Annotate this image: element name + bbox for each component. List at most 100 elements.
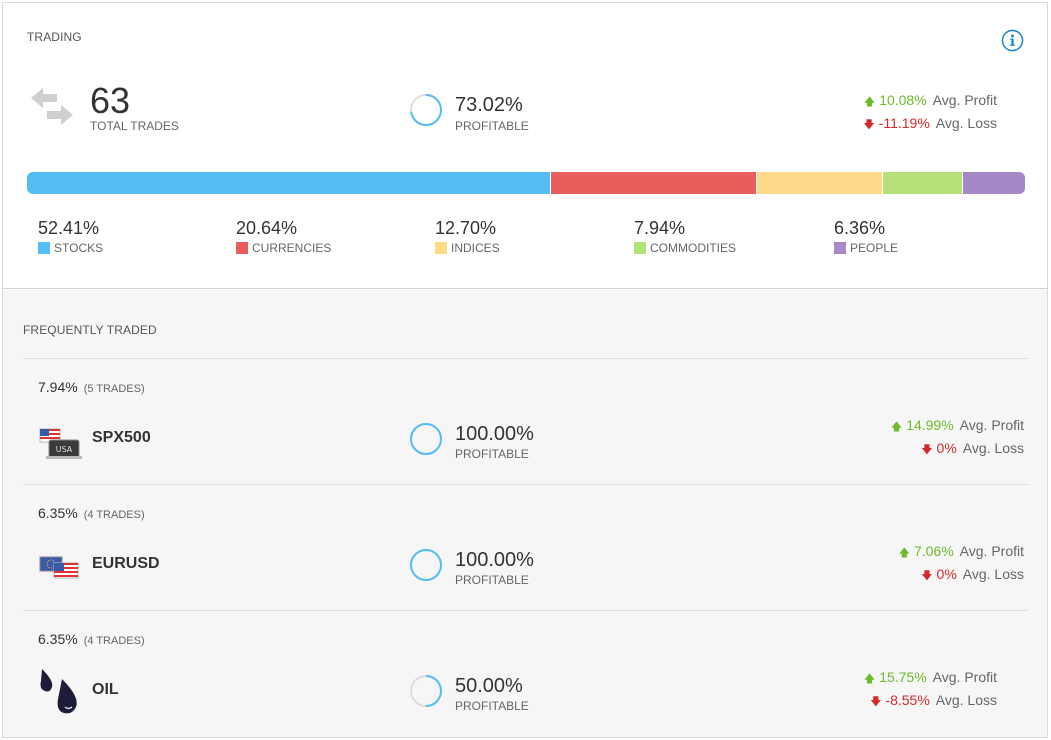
row-share-pct: 6.35% [38,631,78,647]
avg-loss-value: -11.19% [878,115,930,131]
avg-profit-label: Avg. Profit [932,92,997,108]
legend-label: STOCKS [38,241,103,255]
row-profitable-pct: 50.00% [455,675,523,697]
legend-swatch [435,242,447,254]
legend-label: PEOPLE [834,241,898,255]
legend-label-text: STOCKS [54,241,104,255]
row-profitable-pct: 100.00% [455,423,534,445]
legend-item-currencies: 20.64% CURRENCIES [236,217,331,255]
legend-value: 20.64% [236,218,298,238]
row-share: 7.94% (5 TRADES) [38,379,145,395]
section-title-frequently-traded: FREQUENTLY TRADED [23,323,157,337]
arrow-down-icon: 🡇 [870,696,882,708]
legend-swatch [38,242,50,254]
legend-item-commodities: 7.94% COMMODITIES [634,217,736,255]
total-trades-value: 63 [90,80,131,121]
row-profitable-pct: 100.00% [455,549,534,571]
legend-label-text: COMMODITIES [650,241,736,255]
avg-loss-label: Avg. Loss [935,115,997,131]
arrow-down-icon: 🡇 [863,119,875,131]
row-avg-loss-label: Avg. Loss [962,440,1024,456]
bar-segment-stocks [27,172,550,194]
profitable-ring-icon [410,675,442,707]
row-avg-profit-label: Avg. Profit [959,417,1024,433]
ring-fill [410,423,442,455]
arrow-down-icon: 🡇 [921,444,933,456]
legend-value: 12.70% [435,218,497,238]
legend-label: CURRENCIES [236,241,331,255]
bar-segment-currencies [549,172,756,194]
arrow-up-icon: 🡅 [863,673,876,685]
legend-item-indices: 12.70% INDICES [435,217,500,255]
row-profitable-label: PROFITABLE [455,573,529,587]
legend-value: 7.94% [634,218,686,238]
section-title-trading: TRADING [27,30,82,44]
ring-fill [410,549,442,581]
row-asset-name[interactable]: EURUSD [92,555,160,573]
bar-segment-people [961,172,1025,194]
legend-value: 52.41% [38,218,100,238]
row-asset-name[interactable]: OIL [92,681,119,699]
profitable-pct: 73.02% [455,94,523,116]
info-icon[interactable] [1001,29,1024,52]
trading-stats-panel: TRADING 63 TOTAL TRADES 73.02% PROFITABL… [2,2,1048,738]
bar-segment-indices [755,172,883,194]
total-trades-label: TOTAL TRADES [90,119,179,133]
legend-label-text: CURRENCIES [252,241,332,255]
asset-breakdown-bar [27,172,1025,194]
row-share: 6.35% (4 TRADES) [38,631,145,647]
row-trade-count: (4 TRADES) [83,635,145,647]
row-avg-profit: 15.75% [879,669,927,685]
legend-item-stocks: 52.41% STOCKS [38,217,103,255]
avg-profit-value: 10.08% [879,92,927,108]
trading-summary: TRADING 63 TOTAL TRADES 73.02% PROFITABL… [3,3,1047,289]
row-avg-profit: 14.99% [906,417,954,433]
arrow-down-icon: 🡇 [921,570,933,582]
row-avg-loss: 0% [936,440,957,456]
row-avg-loss-label: Avg. Loss [935,692,997,708]
arrow-up-icon: 🡅 [898,547,910,559]
legend-label: INDICES [435,241,500,255]
frequent-row-spx500[interactable]: 7.94% (5 TRADES) USA SPX500 100.00% PROFI… [23,358,1028,484]
legend-swatch [236,242,248,254]
eur-usd-flags-icon [39,556,79,579]
profitable-ring-icon [410,94,442,126]
usa-flag-icon: USA [39,428,82,459]
row-avg-profit-label: Avg. Profit [932,669,997,685]
frequently-traded: FREQUENTLY TRADED 7.94% (5 TRADES) USA SP… [3,290,1047,737]
legend-swatch [634,242,646,254]
bar-segment-commodities [882,172,962,194]
frequent-row-oil[interactable]: 6.35% (4 TRADES) OIL 50.00% PROFITABLE 🡅 1… [23,610,1028,736]
oil-drops-icon [40,669,77,714]
row-avg-profit: 7.06% [913,543,954,559]
row-profitable-label: PROFITABLE [455,699,529,713]
row-avg-loss: -8.55% [885,692,930,708]
row-avg-loss-label: Avg. Loss [962,566,1024,582]
svg-text:USA: USA [56,445,73,454]
row-profitable-label: PROFITABLE [455,447,529,461]
row-share: 6.35% (4 TRADES) [38,505,145,521]
arrow-up-icon: 🡅 [890,421,903,433]
row-avg-loss: 0% [936,566,957,582]
row-avg-profit-loss: 🡅 15.75% Avg. Profit 🡇 -8.55% Avg. Loss [864,667,997,713]
legend-label: COMMODITIES [634,241,736,255]
arrow-up-icon: 🡅 [863,96,876,108]
legend-swatch [834,242,846,254]
row-trade-count: (4 TRADES) [83,509,145,521]
row-asset-name[interactable]: SPX500 [92,429,151,447]
swap-arrows-icon [31,88,73,125]
avg-profit-loss: 🡅 10.08% Avg. Profit 🡇 -11.19% Avg. Loss [863,90,997,136]
row-avg-profit-loss: 🡅 14.99% Avg. Profit 🡇 0% Avg. Loss [891,415,1024,461]
frequent-row-eurusd[interactable]: 6.35% (4 TRADES) EURUSD 100.00% PROFITABL… [23,484,1028,610]
legend-label-text: INDICES [451,241,500,255]
row-avg-profit-loss: 🡅 7.06% Avg. Profit 🡇 0% Avg. Loss [899,541,1024,587]
profitable-ring-icon [410,549,442,581]
legend-label-text: PEOPLE [850,241,899,255]
row-trade-count: (5 TRADES) [83,383,145,395]
row-avg-profit-label: Avg. Profit [959,543,1024,559]
row-share-pct: 7.94% [38,379,78,395]
legend-value: 6.36% [834,218,886,238]
profitable-label: PROFITABLE [455,119,529,133]
row-share-pct: 6.35% [38,505,78,521]
legend-item-people: 6.36% PEOPLE [834,217,898,255]
